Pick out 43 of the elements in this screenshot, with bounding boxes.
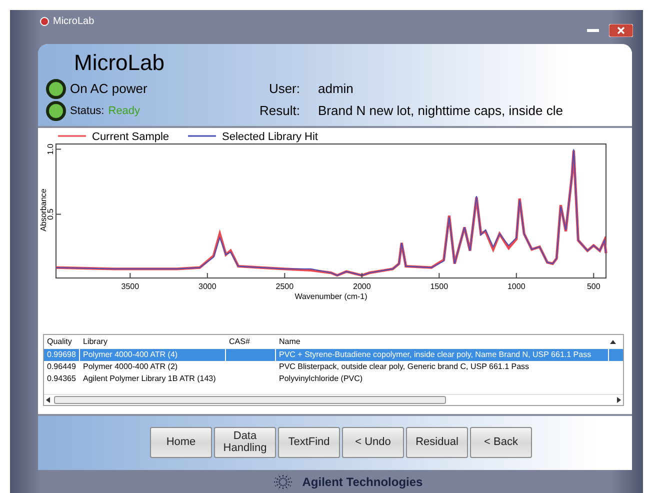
x-axis-label: Wavenumber (cm-1) — [294, 292, 368, 301]
table-cell-text: 0.96449 — [46, 361, 77, 373]
x-tick-label: 3000 — [198, 282, 217, 291]
x-tick-label: 500 — [586, 282, 601, 291]
x-tick-label: 3500 — [121, 282, 140, 291]
table-cell: 0.99698 — [44, 348, 80, 361]
brand-name: Agilent Technologies — [302, 474, 423, 489]
indicator-label: Status: — [70, 104, 104, 117]
table-cell-text: Polymer 4000-400 ATR (2) — [82, 361, 179, 373]
info-value: Brand N new lot, nighttime caps, inside cle — [318, 103, 564, 118]
x-tick-label: 2000 — [353, 282, 372, 291]
x-tick-label: 2500 — [276, 282, 294, 291]
app-name: MicroLab — [73, 50, 166, 77]
table-cell: PVC + Styrene-Butadiene copolymer, inside clear poly, Name Brand N, USP 661.1 Pass — [276, 348, 609, 361]
indicator-label: On AC power — [70, 81, 148, 96]
y-tick-label: 1.0 — [46, 142, 55, 155]
x-tick: 2000 — [353, 272, 371, 291]
x-tick: 3500 — [121, 272, 140, 291]
x-tick: 2500 — [276, 272, 294, 291]
window-title: MicroLab — [53, 15, 96, 27]
table-cell-text: 0.94365 — [46, 373, 77, 385]
table-cell: Polymer 4000-400 ATR (4) — [80, 348, 226, 361]
x-tick: 500 — [586, 272, 600, 291]
status-value: Ready — [108, 104, 140, 117]
table-cell-text: Polyvinylchloride (PVC) — [278, 373, 364, 385]
x-tick-label: 1500 — [430, 282, 449, 291]
y-axis-label: Absorbance — [39, 188, 48, 232]
x-tick: 3000 — [198, 272, 216, 291]
legend-entry: Current Sample — [58, 130, 170, 143]
y-tick: 1.0 — [46, 143, 62, 155]
legend-label: Selected Library Hit — [222, 130, 318, 143]
x-tick: 1500 — [430, 272, 448, 291]
table-cell-text: Agilent Polymer Library 1B ATR (143) — [82, 373, 217, 385]
info-label: Result: — [258, 103, 301, 118]
info-value: admin — [318, 81, 354, 96]
table-cell-text: PVC Blisterpack, outside clear poly, Generic brand C, USP 661.1 Pass — [278, 361, 530, 373]
legend-label: Current Sample — [92, 130, 170, 143]
legend-entry: Selected Library Hit — [188, 130, 318, 143]
x-tick-label: 1000 — [507, 282, 526, 291]
y-tick: 0.5 — [46, 208, 62, 220]
info-label: User: — [268, 81, 301, 96]
y-tick-label: 0.5 — [46, 208, 55, 220]
x-tick: 1000 — [508, 272, 526, 291]
